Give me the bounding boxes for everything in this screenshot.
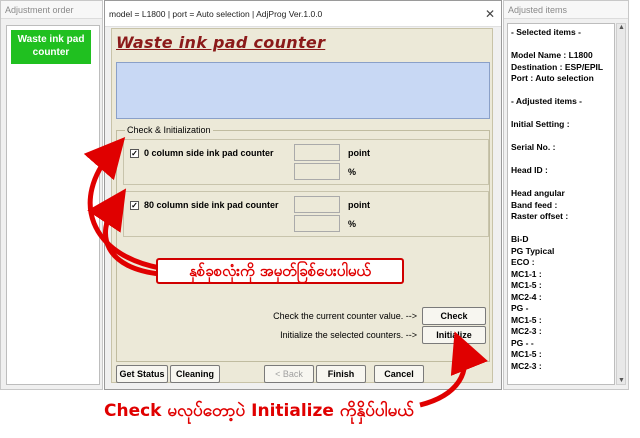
adjusted-item-line: Destination : ESP/EPIL (511, 61, 604, 72)
adjusted-item-line (511, 85, 614, 97)
main-content: Waste ink pad counter Check & Initializa… (111, 28, 493, 383)
adjusted-item-line: Serial No. : (511, 142, 556, 152)
point-field-80-column (294, 196, 340, 213)
checkbox-0-column[interactable]: ✓ (130, 149, 139, 158)
adjusted-item-line: MC2-4 : (511, 291, 542, 302)
annotation-initialize: Check မလုပ်တော့ပဲ Initialize ကိုနှိပ်ပါမ… (104, 401, 414, 421)
adjusted-item-line: Head angular (511, 188, 565, 198)
check-button[interactable]: Check (422, 307, 486, 325)
adjusted-items-list: - Selected items - Model Name : L1800 Dest… (507, 23, 615, 385)
percent-field-0-column (294, 163, 340, 180)
window-titlebar: model = L1800 | port = Auto selection | … (105, 1, 501, 27)
back-button[interactable]: < Back (264, 365, 314, 383)
close-icon[interactable]: ✕ (485, 1, 495, 27)
adjusted-item-line: PG - - (511, 337, 534, 348)
scrollbar[interactable]: ▲ ▼ (616, 23, 626, 385)
scroll-down-icon[interactable]: ▼ (618, 377, 625, 384)
percent-field-80-column (294, 215, 340, 232)
adjusted-item-line: MC2-3 : (511, 360, 542, 371)
cleaning-button[interactable]: Cleaning (170, 365, 220, 383)
adjustment-order-title: Adjustment order (1, 1, 102, 19)
counter-label-80-column: 80 column side ink pad counter (144, 200, 279, 210)
adjusted-item-line (511, 154, 614, 166)
group-label: Check & Initialization (125, 125, 213, 135)
adjusted-item-line: - Selected items - (511, 27, 581, 37)
adjusted-item-line (511, 177, 614, 189)
percent-unit: % (348, 219, 357, 229)
adjusted-item-line: MC1-5 : (511, 314, 542, 325)
adjusted-item-line: Port : Auto selection (511, 73, 594, 83)
adjusted-item-line: - Adjusted items - (511, 96, 582, 106)
adjusted-item-line: MC1-1 : (511, 268, 542, 279)
adjusted-item-line: Band feed : (511, 199, 558, 210)
init-hint: Initialize the selected counters. --> (280, 330, 417, 340)
check-hint: Check the current counter value. --> (273, 311, 417, 321)
adjusted-item-line: Bi-D (511, 234, 529, 244)
adjusted-item-line: PG Typical (511, 245, 555, 256)
window-title: model = L1800 | port = Auto selection | … (109, 9, 323, 19)
checkbox-80-column[interactable]: ✓ (130, 201, 139, 210)
adjusted-item-line (511, 131, 614, 143)
point-unit: point (348, 148, 370, 158)
adjustment-item-waste-ink[interactable]: Waste ink pad counter (11, 30, 91, 64)
cancel-button[interactable]: Cancel (374, 365, 424, 383)
adjusted-item-line (511, 39, 614, 51)
adjusted-item-line: PG - (511, 303, 529, 313)
info-box (116, 62, 490, 119)
get-status-button[interactable]: Get Status (116, 365, 168, 383)
adjusted-item-line: Initial Setting : (511, 119, 570, 129)
percent-unit: % (348, 167, 357, 177)
adjustment-order-list: Waste ink pad counter (6, 25, 100, 385)
adjusted-items-panel: Adjusted items - Selected items - Model N… (503, 0, 629, 390)
adjusted-item-line: MC2-3 : (511, 326, 542, 336)
adjustment-order-panel: Adjustment order Waste ink pad counter (0, 0, 103, 390)
adjusted-item-line: MC1-5 : (511, 349, 542, 359)
adjusted-item-line: Head ID : (511, 165, 548, 175)
annotation-checkboxes: နှစ်ခုစလုံးကို အမှတ်ခြစ်ပေးပါမယ် (156, 258, 404, 284)
scroll-up-icon[interactable]: ▲ (618, 24, 625, 31)
adjusted-item-line: ECO : (511, 257, 535, 267)
adjusted-item-line: Raster offset : (511, 211, 569, 221)
adjprog-window: model = L1800 | port = Auto selection | … (104, 0, 502, 390)
check-init-group: Check & Initialization ✓ 0 column side i… (116, 125, 490, 362)
adjusted-item-line: Model Name : L1800 (511, 50, 593, 60)
adjusted-items-title: Adjusted items (504, 1, 628, 19)
counter-label-0-column: 0 column side ink pad counter (144, 148, 274, 158)
page-title: Waste ink pad counter (116, 33, 326, 52)
point-unit: point (348, 200, 370, 210)
adjusted-item-line (511, 108, 614, 120)
point-field-0-column (294, 144, 340, 161)
adjusted-item-line (511, 223, 614, 235)
finish-button[interactable]: Finish (316, 365, 366, 383)
initialize-button[interactable]: Initialize (422, 326, 486, 344)
adjusted-item-line: MC1-5 : (511, 280, 542, 290)
counter-row-80-column: ✓ 80 column side ink pad counter point % (123, 191, 489, 237)
counter-row-0-column: ✓ 0 column side ink pad counter point % (123, 139, 489, 185)
